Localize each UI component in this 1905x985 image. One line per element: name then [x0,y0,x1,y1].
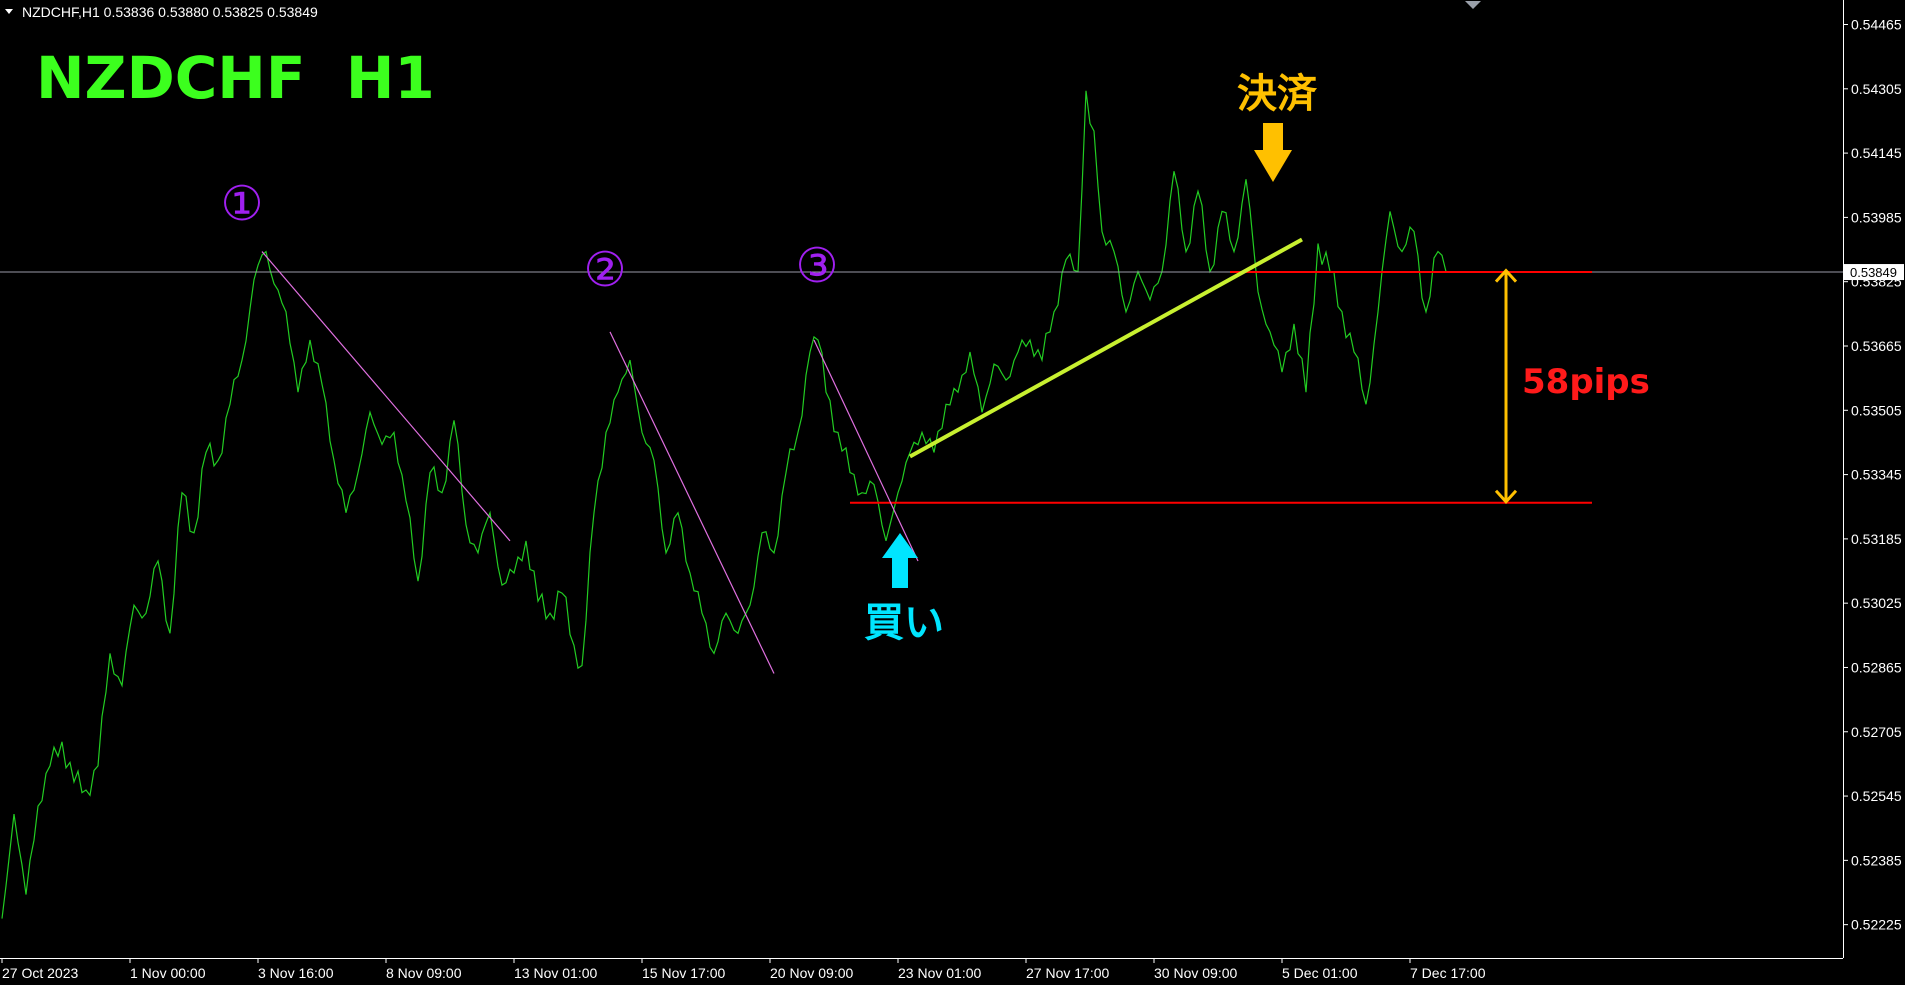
y-tick-label: 0.53025 [1851,595,1902,611]
y-tick-label: 0.52865 [1851,659,1902,675]
x-tick-label: 13 Nov 01:00 [514,965,597,981]
x-tick-label: 30 Nov 09:00 [1154,965,1237,981]
exit-label: 決済 [1237,71,1318,117]
x-tick-label: 1 Nov 00:00 [130,965,206,981]
price-chart[interactable]: 0.544650.543050.541450.539850.538250.536… [0,0,1905,985]
y-tick-label: 0.53665 [1851,338,1902,354]
symbol-title: NZDCHF H1 [36,44,435,112]
buy-label: 買い [864,600,944,646]
x-tick-label: 7 Dec 17:00 [1410,965,1486,981]
wave-marker-3: ③ [795,238,838,294]
y-tick-label: 0.52545 [1851,788,1902,804]
x-tick-label: 27 Nov 17:00 [1026,965,1109,981]
pips-label: 58pips [1522,362,1650,402]
x-tick-label: 3 Nov 16:00 [258,965,334,981]
y-tick-label: 0.54465 [1851,17,1902,33]
x-tick-label: 20 Nov 09:00 [770,965,853,981]
y-tick-label: 0.53345 [1851,467,1902,483]
x-tick-label: 15 Nov 17:00 [642,965,725,981]
y-tick-label: 0.52225 [1851,917,1902,933]
x-tick-label: 27 Oct 2023 [2,965,78,981]
chart-background [0,0,1905,985]
current-price-label: 0.53849 [1850,265,1897,280]
wave-marker-1: ① [220,176,263,232]
y-tick-label: 0.54305 [1851,81,1902,97]
y-tick-label: 0.53185 [1851,531,1902,547]
wave-marker-2: ② [583,242,626,298]
price-axis: 0.544650.543050.541450.539850.538250.536… [1843,17,1902,933]
y-tick-label: 0.52385 [1851,852,1902,868]
y-tick-label: 0.53985 [1851,209,1902,225]
x-tick-label: 23 Nov 01:00 [898,965,981,981]
x-tick-label: 8 Nov 09:00 [386,965,462,981]
x-tick-label: 5 Dec 01:00 [1282,965,1358,981]
y-tick-label: 0.54145 [1851,145,1902,161]
y-tick-label: 0.53505 [1851,402,1902,418]
chart-header-caption: NZDCHF,H1 0.53836 0.53880 0.53825 0.5384… [22,4,318,20]
y-tick-label: 0.52705 [1851,724,1902,740]
